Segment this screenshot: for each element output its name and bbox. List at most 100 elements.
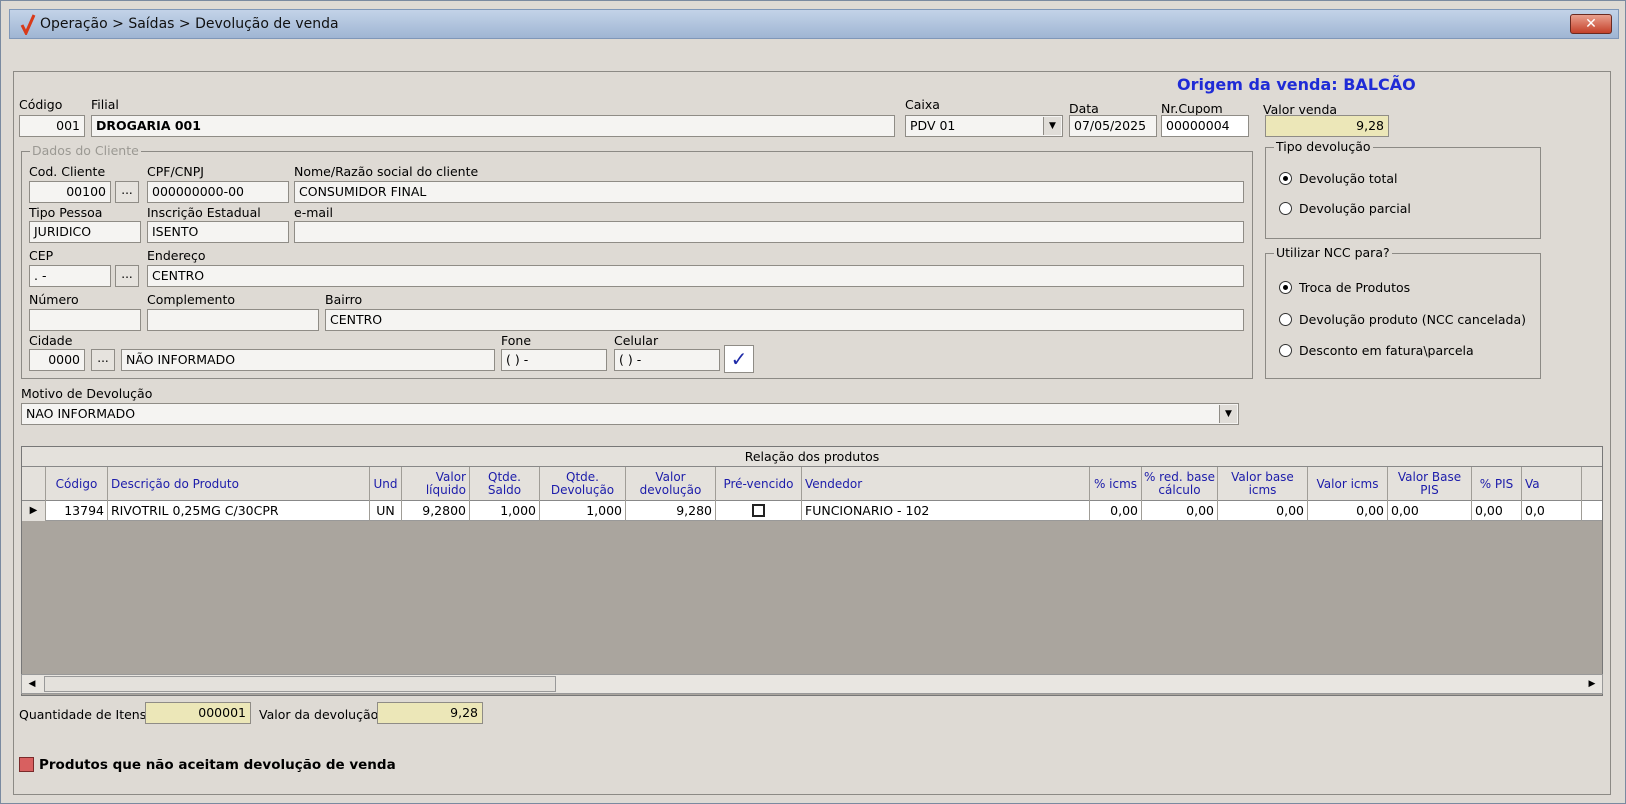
col-icms[interactable]: % icms (1090, 467, 1142, 501)
grid-header: Código Descrição do Produto Und Valor lí… (22, 467, 1602, 501)
celular-label: Celular (614, 333, 659, 348)
col-va[interactable]: Va (1522, 467, 1582, 501)
cod-cliente-field[interactable]: 00100 (29, 181, 111, 203)
celular-field[interactable]: ( ) - (614, 349, 720, 371)
fone-field[interactable]: ( ) - (501, 349, 607, 371)
col-valor-base-icms[interactable]: Valor base icms (1218, 467, 1308, 501)
qtd-itens-label: Quantidade de Itens: (19, 707, 151, 722)
nome-field[interactable]: CONSUMIDOR FINAL (294, 181, 1244, 203)
cidade-cod-field[interactable]: 0000 (29, 349, 85, 371)
cliente-lookup-button[interactable]: ... (115, 181, 139, 203)
col-valor-base-pis[interactable]: Valor Base PIS (1388, 467, 1472, 501)
col-und[interactable]: Und (370, 467, 402, 501)
dados-cliente-caption: Dados do Cliente (30, 143, 141, 158)
chevron-down-icon[interactable]: ▼ (1043, 117, 1061, 135)
horizontal-scrollbar[interactable]: ◀ ▶ (21, 674, 1603, 694)
col-valor-liquido[interactable]: Valor líquido (402, 467, 470, 501)
filial-field[interactable]: DROGARIA 001 (91, 115, 895, 137)
cpf-label: CPF/CNPJ (147, 164, 204, 179)
col-vendedor[interactable]: Vendedor (802, 467, 1090, 501)
col-valor-icms[interactable]: Valor icms (1308, 467, 1388, 501)
endereco-field[interactable]: CENTRO (147, 265, 1244, 287)
email-field[interactable] (294, 221, 1244, 243)
cell-pre-vencido[interactable] (716, 501, 802, 521)
cell-va[interactable]: 0,0 (1522, 501, 1582, 521)
cep-lookup-button[interactable]: ... (115, 265, 139, 287)
cell-codigo[interactable]: 13794 (46, 501, 108, 521)
scrollbar-thumb[interactable] (44, 676, 556, 692)
col-valor-devolucao[interactable]: Valor devolução (626, 467, 716, 501)
radio-devolucao-produto[interactable]: Devolução produto (NCC cancelada) (1279, 312, 1526, 327)
radio-devolucao-total[interactable]: Devolução total (1279, 171, 1398, 186)
close-button[interactable]: ✕ (1570, 14, 1612, 34)
inscricao-field[interactable]: ISENTO (147, 221, 289, 243)
motivo-select[interactable]: NAO INFORMADO ▼ (21, 403, 1239, 425)
scroll-left-icon[interactable]: ◀ (23, 676, 41, 692)
radio-unselected-icon (1279, 313, 1292, 326)
scroll-right-icon[interactable]: ▶ (1583, 676, 1601, 692)
codigo-field[interactable]: 001 (19, 115, 85, 137)
cell-qtde-devolucao[interactable]: 1,000 (540, 501, 626, 521)
inscricao-label: Inscrição Estadual (147, 205, 261, 220)
motivo-value: NAO INFORMADO (26, 406, 136, 421)
radio-devolucao-parcial[interactable]: Devolução parcial (1279, 201, 1411, 216)
radio-selected-icon (1279, 281, 1292, 294)
cell-pis[interactable]: 0,00 (1472, 501, 1522, 521)
row-indicator-header (22, 467, 46, 501)
radio-troca-produtos[interactable]: Troca de Produtos (1279, 280, 1410, 295)
numero-field[interactable] (29, 309, 141, 331)
main-window: Operação > Saídas > Devolução de venda ✕… (0, 0, 1626, 804)
col-pis[interactable]: % PIS (1472, 467, 1522, 501)
col-pre-vencido[interactable]: Pré-vencido (716, 467, 802, 501)
legend-label: Produtos que não aceitam devolução de ve… (39, 757, 396, 773)
radio-desconto-fatura[interactable]: Desconto em fatura\parcela (1279, 343, 1474, 358)
cell-qtde-saldo[interactable]: 1,000 (470, 501, 540, 521)
motivo-label: Motivo de Devolução (21, 386, 153, 401)
col-qtde-saldo[interactable]: Qtde. Saldo (470, 467, 540, 501)
complemento-field[interactable] (147, 309, 319, 331)
confirm-check-button[interactable]: ✓ (724, 345, 754, 373)
fone-label: Fone (501, 333, 532, 348)
cep-field[interactable]: . - (29, 265, 111, 287)
pre-vencido-checkbox[interactable] (752, 504, 765, 517)
data-field[interactable]: 07/05/2025 (1069, 115, 1157, 137)
bairro-field[interactable]: CENTRO (325, 309, 1244, 331)
cell-valor-base-pis[interactable]: 0,00 (1388, 501, 1472, 521)
cell-valor-liquido[interactable]: 9,2800 (402, 501, 470, 521)
cep-label: CEP (29, 248, 54, 263)
col-qtde-devolucao[interactable]: Qtde. Devolução (540, 467, 626, 501)
col-descricao[interactable]: Descrição do Produto (108, 467, 370, 501)
radio-devolucao-produto-label: Devolução produto (NCC cancelada) (1299, 312, 1527, 327)
chevron-down-icon[interactable]: ▼ (1219, 405, 1237, 423)
cidade-label: Cidade (29, 333, 73, 348)
tipo-pessoa-field[interactable]: JURIDICO (29, 221, 141, 243)
origem-venda-label: Origem da venda: BALCÃO (1177, 75, 1416, 94)
radio-selected-icon (1279, 172, 1292, 185)
numero-label: Número (29, 292, 79, 307)
grid-caption: Relação dos produtos (22, 447, 1602, 467)
cupom-field[interactable]: 00000004 (1161, 115, 1249, 137)
cidade-lookup-button[interactable]: ... (91, 349, 115, 371)
cell-und[interactable]: UN (370, 501, 402, 521)
cell-valor-base-icms[interactable]: 0,00 (1218, 501, 1308, 521)
bairro-label: Bairro (325, 292, 363, 307)
tipo-devolucao-caption: Tipo devolução (1274, 139, 1373, 154)
cell-valor-icms[interactable]: 0,00 (1308, 501, 1388, 521)
tipo-devolucao-group: Tipo devolução (1265, 139, 1541, 239)
cell-vendedor[interactable]: FUNCIONARIO - 102 (802, 501, 1090, 521)
table-row[interactable]: ▶ 13794 RIVOTRIL 0,25MG C/30CPR UN 9,280… (22, 501, 1602, 521)
cell-descricao[interactable]: RIVOTRIL 0,25MG C/30CPR (108, 501, 370, 521)
caixa-select[interactable]: PDV 01 ▼ (905, 115, 1063, 137)
cell-valor-devolucao[interactable]: 9,280 (626, 501, 716, 521)
email-label: e-mail (294, 205, 333, 220)
ncc-caption: Utilizar NCC para? (1274, 245, 1392, 260)
col-red-base[interactable]: % red. base cálculo (1142, 467, 1218, 501)
col-codigo[interactable]: Código (46, 467, 108, 501)
nome-label: Nome/Razão social do cliente (294, 164, 479, 179)
radio-devolucao-parcial-label: Devolução parcial (1299, 201, 1411, 216)
tipo-pessoa-label: Tipo Pessoa (29, 205, 103, 220)
cpf-field[interactable]: 000000000-00 (147, 181, 289, 203)
cell-icms[interactable]: 0,00 (1090, 501, 1142, 521)
cidade-field[interactable]: NÃO INFORMADO (121, 349, 495, 371)
cell-red-base[interactable]: 0,00 (1142, 501, 1218, 521)
